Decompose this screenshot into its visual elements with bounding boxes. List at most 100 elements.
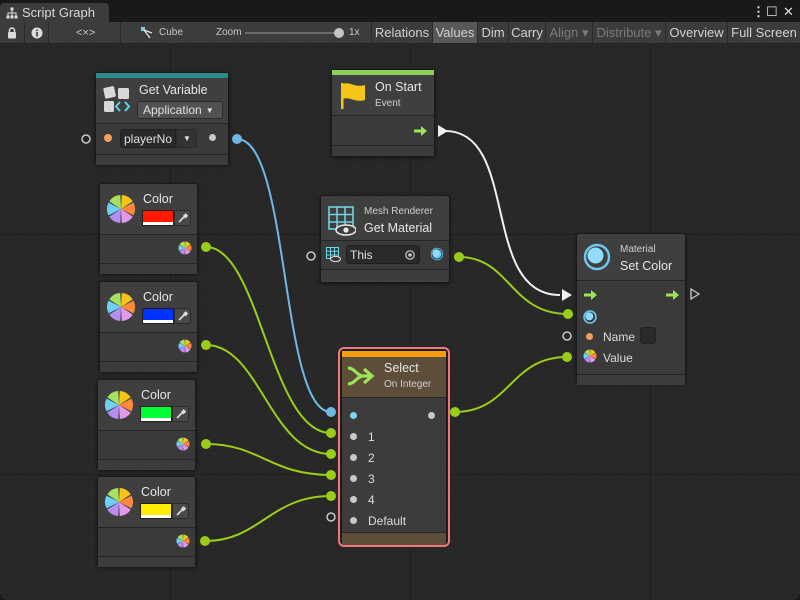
eyedropper-button[interactable] (172, 503, 189, 519)
node-subtitle: Event (375, 98, 401, 109)
variable-icon (103, 86, 131, 112)
value-output-port[interactable] (209, 134, 216, 141)
control-input-arrow-icon[interactable] (584, 290, 598, 300)
color-output-port-icon[interactable] (178, 241, 192, 255)
color-swatch[interactable] (142, 308, 174, 324)
selector-port[interactable] (350, 412, 357, 419)
target-object[interactable]: Cube (141, 22, 183, 43)
zoom-slider-track[interactable] (245, 32, 341, 34)
string-port[interactable] (104, 134, 112, 142)
node-title: Color (141, 485, 171, 499)
eyedropper-icon (175, 409, 186, 419)
eyedropper-icon (177, 213, 188, 223)
case-label: 2 (368, 451, 375, 465)
eyedropper-icon (177, 311, 188, 321)
zoom-slider-thumb[interactable] (334, 28, 344, 38)
carry-button[interactable]: Carry (508, 22, 545, 43)
get-variable-node[interactable]: Get Variable Application ▼ playerNo ▼ (95, 72, 229, 165)
relations-button[interactable]: Relations (371, 22, 432, 43)
node-title: Color (143, 290, 173, 304)
distribute-dropdown[interactable]: Distribute ▾ (592, 22, 665, 43)
color-swatch[interactable] (140, 406, 172, 422)
color-wheel-icon (107, 195, 135, 223)
set-color-node[interactable]: Material Set Color Name Value (576, 233, 686, 385)
embed-toggle[interactable]: <×> (76, 22, 95, 43)
flag-icon (341, 83, 365, 109)
align-dropdown[interactable]: Align ▾ (545, 22, 592, 43)
on-start-node[interactable]: On Start Event (331, 69, 435, 157)
variable-name-input[interactable]: playerNo (120, 129, 176, 148)
tab-title: Script Graph (22, 5, 95, 20)
color-wheel-icon (105, 391, 133, 419)
close-icon[interactable]: ✕ (783, 4, 794, 20)
variable-kind-dropdown[interactable]: Application ▼ (137, 101, 223, 119)
title-bar: Script Graph ⋮ ☐ ✕ (0, 0, 800, 22)
control-output-arrow-icon[interactable] (414, 126, 428, 136)
get-material-node[interactable]: Mesh Renderer Get Material This (320, 195, 450, 283)
color-node-green[interactable]: Color (97, 379, 196, 470)
chevron-down-icon: ▼ (205, 105, 214, 115)
color-node-yellow[interactable]: Color (97, 476, 196, 567)
chevron-down-icon: ▼ (183, 134, 191, 143)
material-icon (583, 243, 611, 271)
select-output-port[interactable] (428, 412, 435, 419)
eyedropper-icon (175, 506, 186, 516)
mesh-renderer-small-icon (326, 247, 341, 262)
color-node-blue[interactable]: Color (99, 281, 198, 372)
lock-button[interactable] (7, 22, 19, 43)
color-wheel-icon (105, 488, 133, 516)
color-swatch[interactable] (140, 503, 172, 519)
color-swatch[interactable] (142, 210, 174, 226)
name-port[interactable] (586, 333, 593, 340)
maximize-icon[interactable]: ☐ (766, 4, 778, 20)
node-title: Select (384, 361, 419, 375)
mesh-renderer-icon (328, 206, 356, 236)
material-port-icon[interactable] (430, 247, 444, 261)
values-button[interactable]: Values (432, 22, 477, 43)
port-label-name: Name (603, 330, 636, 344)
target-value: This (350, 247, 373, 262)
node-title: Color (141, 388, 171, 402)
window-menu-icon[interactable]: ⋮ (752, 4, 765, 20)
info-button[interactable] (31, 22, 45, 43)
zoom-value: 1x (349, 27, 360, 38)
variable-kind-value: Application (143, 103, 202, 117)
control-output-arrow-icon[interactable] (666, 290, 680, 300)
target-label: Cube (159, 27, 183, 38)
color-output-port-icon[interactable] (176, 534, 190, 548)
dim-button[interactable]: Dim (477, 22, 508, 43)
node-subtitle: Material (620, 244, 656, 255)
eyedropper-button[interactable] (174, 210, 191, 226)
name-toggle[interactable] (640, 327, 656, 344)
case-label: 4 (368, 493, 375, 507)
node-title: Get Material (364, 221, 433, 235)
color-node-red[interactable]: Color (99, 183, 198, 274)
tab-script-graph[interactable]: Script Graph (0, 3, 109, 22)
object-picker-icon[interactable] (405, 250, 415, 260)
info-icon (31, 27, 43, 38)
graph-node-icon (141, 26, 153, 38)
case-port[interactable] (350, 433, 357, 440)
node-subtitle: Mesh Renderer (364, 206, 433, 217)
color-output-port-icon[interactable] (178, 339, 192, 353)
case-label: 1 (368, 430, 375, 444)
graph-toolbar: <×> Cube Zoom 1x Relations Values Dim Ca… (0, 22, 800, 44)
full-screen-button[interactable]: Full Screen (727, 22, 800, 43)
variable-name-dropdown[interactable]: ▼ (176, 129, 197, 148)
material-target-port-icon[interactable] (583, 310, 597, 324)
select-on-integer-node[interactable]: Select On Integer 1 2 3 4 Default (338, 347, 450, 547)
case-port[interactable] (350, 454, 357, 461)
default-port[interactable] (350, 517, 357, 524)
case-port[interactable] (350, 496, 357, 503)
overview-button[interactable]: Overview (665, 22, 727, 43)
zoom-label: Zoom (216, 27, 242, 38)
node-title: On Start (375, 80, 422, 94)
port-label-value: Value (603, 351, 633, 365)
target-object-field[interactable]: This (346, 245, 420, 264)
color-output-port-icon[interactable] (176, 437, 190, 451)
color-port-icon[interactable] (583, 349, 597, 363)
eyedropper-button[interactable] (172, 406, 189, 422)
node-title: Get Variable (139, 83, 208, 97)
case-port[interactable] (350, 475, 357, 482)
eyedropper-button[interactable] (174, 308, 191, 324)
